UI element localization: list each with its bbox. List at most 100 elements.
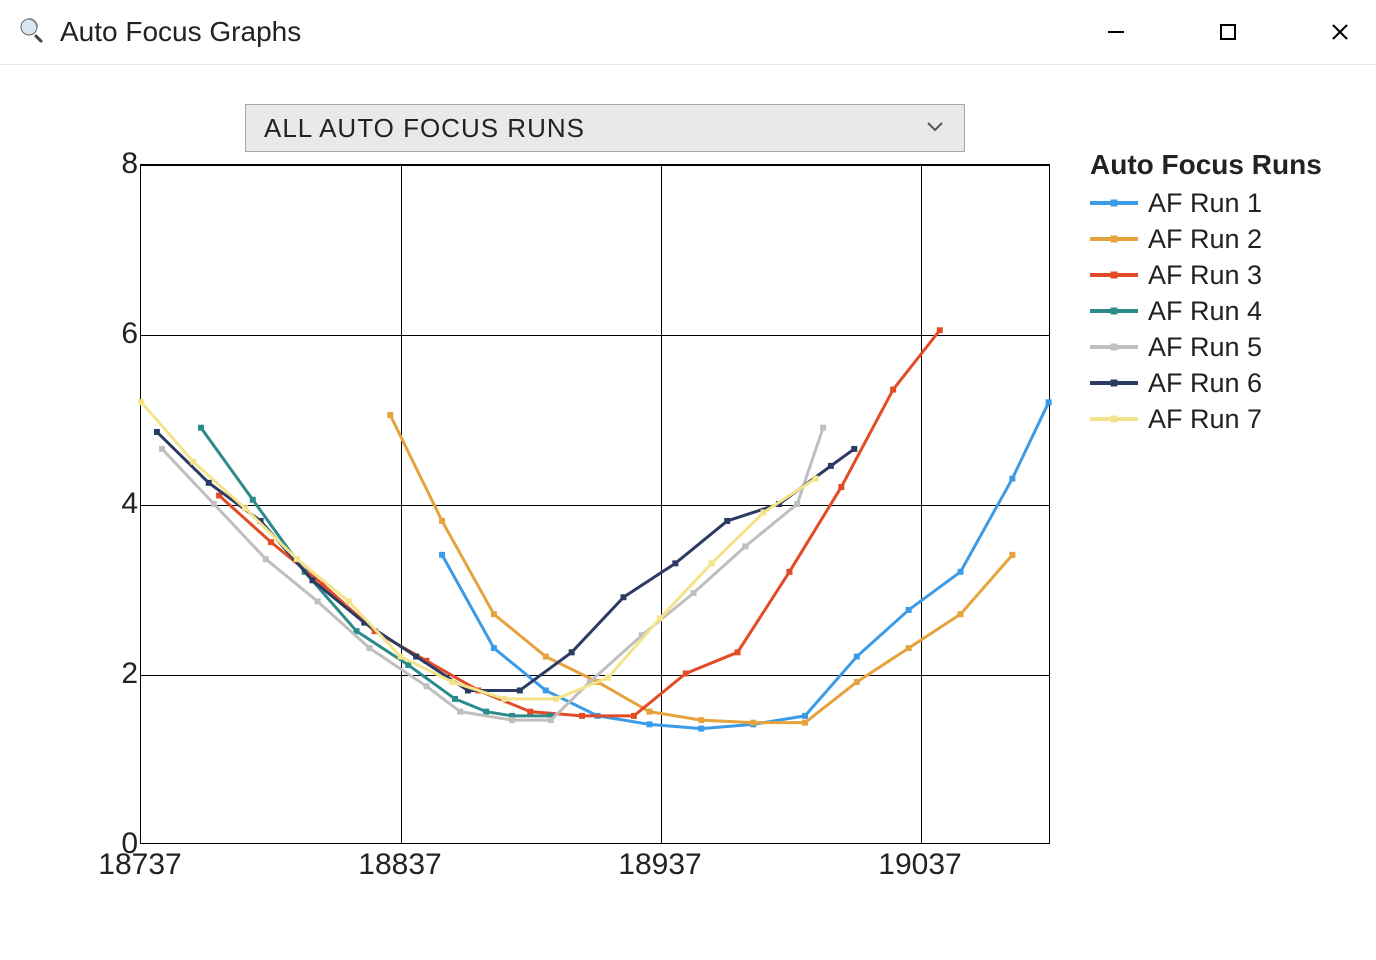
series-marker xyxy=(250,497,256,503)
series-marker xyxy=(198,425,204,431)
series-marker xyxy=(937,327,943,333)
legend-swatch xyxy=(1090,237,1138,241)
series-marker xyxy=(646,709,652,715)
series-marker xyxy=(509,717,515,723)
titlebar-left: Auto Focus Graphs xyxy=(18,16,301,48)
legend-label: AF Run 4 xyxy=(1148,293,1262,329)
series-marker xyxy=(786,569,792,575)
legend-item[interactable]: AF Run 3 xyxy=(1090,257,1322,293)
series-marker xyxy=(812,476,818,482)
series-marker xyxy=(138,399,144,405)
series-marker xyxy=(958,611,964,617)
dropdown-selected-text: ALL AUTO FOCUS RUNS xyxy=(264,113,585,144)
series-marker xyxy=(543,687,549,693)
legend-item[interactable]: AF Run 5 xyxy=(1090,329,1322,365)
maximize-button[interactable] xyxy=(1212,16,1244,48)
series-marker xyxy=(698,726,704,732)
series-marker xyxy=(828,463,834,469)
y-tick-label: 6 xyxy=(94,317,138,351)
series-line xyxy=(162,428,823,720)
series-marker xyxy=(366,645,372,651)
series-marker xyxy=(631,713,637,719)
series-marker xyxy=(750,720,756,726)
series-marker xyxy=(553,696,559,702)
series-marker xyxy=(838,484,844,490)
series-marker xyxy=(501,696,507,702)
series-marker xyxy=(190,459,196,465)
series-line xyxy=(157,432,854,690)
series-marker xyxy=(709,560,715,566)
legend-swatch xyxy=(1090,381,1138,385)
series-marker xyxy=(154,429,160,435)
legend-swatch xyxy=(1090,345,1138,349)
legend-label: AF Run 2 xyxy=(1148,221,1262,257)
x-tick-label: 19037 xyxy=(878,848,961,882)
series-marker xyxy=(439,552,445,558)
titlebar: Auto Focus Graphs xyxy=(0,0,1376,65)
y-tick-label: 4 xyxy=(94,487,138,521)
legend-item[interactable]: AF Run 6 xyxy=(1090,365,1322,401)
window-title: Auto Focus Graphs xyxy=(60,16,301,48)
window-controls xyxy=(1100,16,1356,48)
series-marker xyxy=(657,615,663,621)
chevron-down-icon xyxy=(924,115,946,142)
series-line xyxy=(390,415,1012,723)
series-marker xyxy=(854,679,860,685)
series-marker xyxy=(735,649,741,655)
series-marker xyxy=(483,709,489,715)
legend-swatch xyxy=(1090,273,1138,277)
legend-label: AF Run 7 xyxy=(1148,401,1262,437)
series-line xyxy=(141,402,815,699)
series-marker xyxy=(646,721,652,727)
series-marker xyxy=(958,569,964,575)
series-marker xyxy=(315,598,321,604)
series-marker xyxy=(517,687,523,693)
legend-swatch xyxy=(1090,201,1138,205)
series-marker xyxy=(1046,399,1052,405)
series-marker xyxy=(1009,552,1015,558)
series-marker xyxy=(159,446,165,452)
series-marker xyxy=(890,387,896,393)
series-marker xyxy=(439,518,445,524)
series-marker xyxy=(449,679,455,685)
series-marker xyxy=(548,717,554,723)
series-marker xyxy=(569,649,575,655)
series-marker xyxy=(398,654,404,660)
x-tick-label: 18837 xyxy=(358,848,441,882)
legend: Auto Focus Runs AF Run 1AF Run 2AF Run 3… xyxy=(1090,149,1322,437)
series-marker xyxy=(906,645,912,651)
legend-item[interactable]: AF Run 2 xyxy=(1090,221,1322,257)
legend-label: AF Run 5 xyxy=(1148,329,1262,365)
series-marker xyxy=(543,654,549,660)
minimize-button[interactable] xyxy=(1100,16,1132,48)
legend-item[interactable]: AF Run 1 xyxy=(1090,185,1322,221)
series-marker xyxy=(605,675,611,681)
series-marker xyxy=(820,425,826,431)
series-marker xyxy=(387,412,393,418)
series-marker xyxy=(802,720,808,726)
series-marker xyxy=(206,480,212,486)
close-button[interactable] xyxy=(1324,16,1356,48)
series-marker xyxy=(294,556,300,562)
series-marker xyxy=(698,717,704,723)
series-marker xyxy=(263,556,269,562)
legend-label: AF Run 3 xyxy=(1148,257,1262,293)
legend-item[interactable]: AF Run 7 xyxy=(1090,401,1322,437)
series-marker xyxy=(761,509,767,515)
series-layer xyxy=(141,165,1049,843)
series-marker xyxy=(851,446,857,452)
series-marker xyxy=(672,560,678,566)
series-marker xyxy=(683,671,689,677)
runs-dropdown[interactable]: ALL AUTO FOCUS RUNS xyxy=(245,104,965,152)
series-marker xyxy=(691,590,697,596)
x-tick-label: 18937 xyxy=(618,848,701,882)
telescope-icon xyxy=(18,16,50,48)
plot xyxy=(140,164,1050,844)
series-marker xyxy=(424,683,430,689)
series-marker xyxy=(491,645,497,651)
series-marker xyxy=(579,713,585,719)
y-tick-label: 8 xyxy=(94,147,138,181)
legend-item[interactable]: AF Run 4 xyxy=(1090,293,1322,329)
series-marker xyxy=(1009,476,1015,482)
legend-swatch xyxy=(1090,417,1138,421)
